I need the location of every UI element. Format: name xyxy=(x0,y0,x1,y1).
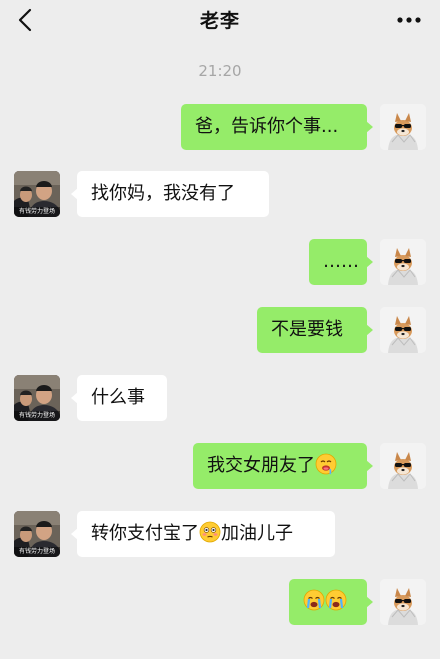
message-bubble[interactable]: 不是要钱 xyxy=(257,307,373,353)
message-text: 找你妈，我没有了 xyxy=(91,183,235,204)
message-text: 不是要钱 xyxy=(271,319,343,340)
self-avatar[interactable] xyxy=(380,239,426,285)
message-bubble[interactable]: 爸，告诉你个事... xyxy=(181,104,373,150)
more-dots-icon[interactable] xyxy=(396,10,422,30)
avatar-caption: 有钱劳力登场 xyxy=(18,412,55,419)
message-text: …… xyxy=(323,251,359,272)
message-bubble[interactable]: …… xyxy=(309,239,373,285)
avatar-caption: 有钱劳力登场 xyxy=(18,548,55,555)
message-bubble[interactable]: 我交女朋友了 xyxy=(193,443,373,489)
loudly-crying-face-icon xyxy=(303,589,325,611)
self-avatar[interactable] xyxy=(380,443,426,489)
flushed-face-icon xyxy=(199,521,221,543)
self-avatar[interactable] xyxy=(380,579,426,625)
message-text: 什么事 xyxy=(91,387,145,408)
message-bubble[interactable] xyxy=(289,579,373,625)
message-text: 转你支付宝了 xyxy=(91,523,199,544)
self-avatar[interactable] xyxy=(380,307,426,353)
message-bubble[interactable]: 什么事 xyxy=(71,375,167,421)
contact-avatar[interactable]: 有钱劳力登场 xyxy=(14,511,60,557)
drooling-face-icon xyxy=(315,453,337,475)
message-timestamp: 21:20 xyxy=(198,62,242,80)
message-text: 爸，告诉你个事... xyxy=(195,116,339,137)
message-bubble[interactable]: 找你妈，我没有了 xyxy=(71,171,269,217)
contact-avatar[interactable]: 有钱劳力登场 xyxy=(14,171,60,217)
self-avatar[interactable] xyxy=(380,104,426,150)
message-text: 加油儿子 xyxy=(221,523,293,544)
chat-header: 老李 xyxy=(0,0,440,40)
loudly-crying-face-icon xyxy=(325,589,347,611)
message-bubble[interactable]: 转你支付宝了 加油儿子 xyxy=(71,511,335,557)
message-text: 我交女朋友了 xyxy=(207,455,315,476)
contact-avatar[interactable]: 有钱劳力登场 xyxy=(14,375,60,421)
avatar-caption: 有钱劳力登场 xyxy=(18,208,55,215)
chat-title: 老李 xyxy=(199,10,240,32)
